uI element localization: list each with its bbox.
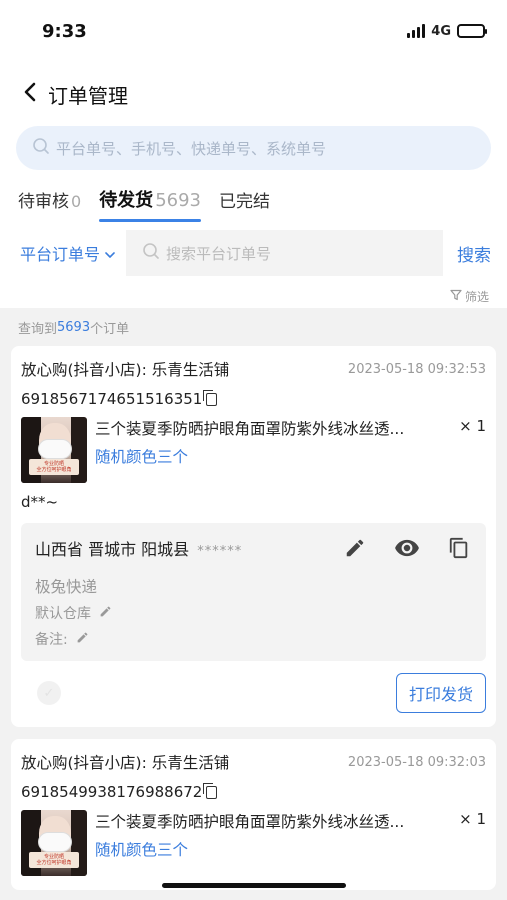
order-number: 6918567174651516351: [21, 390, 203, 408]
status-indicators: 4G: [407, 23, 487, 39]
shop-name: 放心购(抖音小店): 乐青生活铺: [21, 754, 230, 772]
pencil-icon[interactable]: [76, 631, 89, 648]
product-spec: 随机颜色三个: [95, 841, 189, 859]
product-quantity: × 1: [459, 417, 486, 435]
status-time: 9:33: [42, 20, 87, 42]
network-label: 4G: [431, 23, 451, 39]
order-time: 2023-05-18 09:32:03: [347, 754, 486, 770]
result-prefix: 查询到: [18, 321, 58, 337]
buyer-name: d**~: [21, 493, 59, 511]
address-mask: ******: [197, 544, 243, 559]
filter-label: 筛选: [464, 289, 489, 304]
filter-row: 平台订单号 搜索平台订单号 搜索: [0, 222, 507, 284]
product-name: 三个装夏季防晒护眼角面罩防紫外线冰丝透...: [95, 420, 405, 438]
edit-icon[interactable]: [342, 535, 368, 561]
home-indicator[interactable]: [161, 883, 346, 888]
product-quantity: × 1: [459, 810, 486, 828]
order-card[interactable]: 放心购(抖音小店): 乐青生活铺 2023-05-18 09:32:53 691…: [11, 346, 496, 727]
order-number: 6918549938176988672: [21, 783, 203, 801]
header-area: 9:33 4G 订单管理 平台单号、手机号、快递单号、系统单号 待审核 0 待发货…: [0, 0, 507, 308]
address-region: 山西省 晋城市 阳城县 ******: [35, 536, 242, 560]
search-button[interactable]: 搜索: [457, 241, 491, 266]
tab-label: 已完结: [219, 192, 270, 212]
filter-button[interactable]: 筛选: [0, 284, 507, 308]
search-placeholder: 搜索平台订单号: [166, 244, 272, 263]
order-tabs: 待审核 0 待发货 5693 已完结: [0, 170, 507, 222]
tab-label: 待发货: [99, 190, 154, 211]
shop-name: 放心购(抖音小店): 乐青生活铺: [21, 361, 230, 379]
search-placeholder: 平台单号、手机号、快递单号、系统单号: [56, 139, 327, 158]
back-icon[interactable]: [22, 81, 38, 108]
order-time: 2023-05-18 09:32:53: [347, 361, 486, 377]
copy-icon[interactable]: [446, 535, 472, 561]
copy-icon[interactable]: [203, 389, 218, 406]
global-search-input[interactable]: 平台单号、手机号、快递单号、系统单号: [16, 126, 491, 170]
page-title: 订单管理: [48, 83, 128, 108]
warehouse-label: 默认仓库: [35, 606, 91, 622]
thumb-text: 全方位呵护眼角: [36, 860, 72, 866]
result-suffix: 个订单: [90, 321, 130, 337]
result-count: 5693: [57, 319, 91, 335]
nav-bar: 订单管理: [0, 62, 507, 126]
status-bar: 9:33 4G: [0, 0, 507, 62]
product-image[interactable]: 专业防晒 全方位呵护眼角: [21, 417, 87, 483]
print-ship-button[interactable]: 打印发货: [395, 673, 486, 713]
product-spec: 随机颜色三个: [95, 448, 189, 466]
tab-label: 待审核: [18, 192, 69, 212]
search-icon: [32, 137, 50, 159]
pencil-icon[interactable]: [99, 605, 112, 622]
copy-icon[interactable]: [203, 782, 218, 799]
select-checkbox[interactable]: ✓: [37, 681, 61, 705]
platform-order-search-input[interactable]: 搜索平台订单号: [126, 230, 443, 276]
eye-icon[interactable]: [394, 535, 420, 561]
chevron-down-icon: [104, 244, 116, 263]
tab-pending-review[interactable]: 待审核 0: [18, 187, 81, 222]
product-image[interactable]: 专业防晒 全方位呵护眼角: [21, 810, 87, 876]
search-field-select[interactable]: 平台订单号: [20, 241, 116, 265]
order-card[interactable]: 放心购(抖音小店): 乐青生活铺 2023-05-18 09:32:03 691…: [11, 739, 496, 890]
tab-completed[interactable]: 已完结: [219, 187, 270, 222]
result-summary: 查询到 5693 个订单: [0, 308, 507, 346]
battery-icon: [457, 24, 487, 38]
tab-count: 0: [71, 192, 82, 211]
product-name: 三个装夏季防晒护眼角面罩防紫外线冰丝透...: [95, 813, 405, 831]
courier-name: 极兔快递: [35, 578, 98, 596]
note-label: 备注:: [35, 632, 68, 648]
tab-pending-shipment[interactable]: 待发货 5693: [99, 186, 201, 222]
signal-icon: [407, 24, 426, 38]
address-text: 山西省 晋城市 阳城县: [35, 540, 190, 559]
select-label: 平台订单号: [20, 245, 101, 264]
tab-count: 5693: [155, 190, 201, 211]
thumb-text: 全方位呵护眼角: [36, 467, 72, 473]
search-icon: [142, 242, 160, 264]
shipping-info: 山西省 晋城市 阳城县 ****** 极兔快递 默认仓库 备注:: [21, 523, 486, 661]
funnel-icon: [450, 289, 462, 304]
